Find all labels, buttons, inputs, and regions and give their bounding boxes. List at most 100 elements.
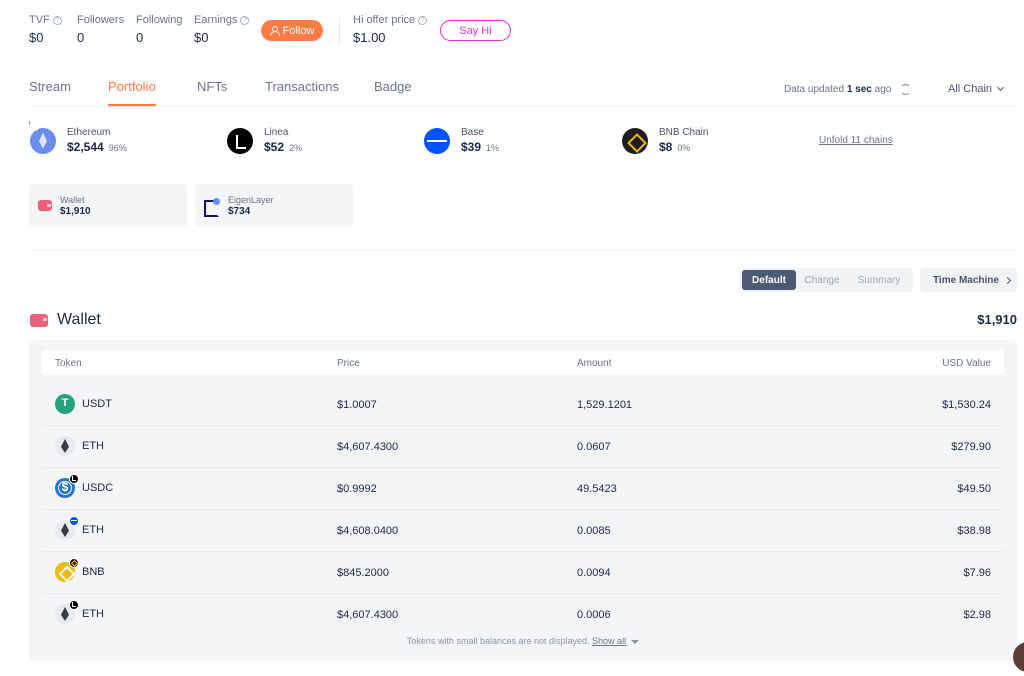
- show-all-link[interactable]: Show all: [592, 636, 626, 646]
- chain-item-base[interactable]: Base $39 1%: [424, 127, 499, 154]
- table-header: Token Price Amount USD Value: [42, 350, 1004, 375]
- token-usd-value: $38.98: [957, 525, 991, 537]
- stat-label: Hi offer price: [353, 14, 416, 26]
- column-header-price: Price: [337, 358, 360, 369]
- tab-portfolio[interactable]: Portfolio: [108, 79, 156, 106]
- token-amount: 0.0006: [577, 609, 611, 621]
- tab-transactions[interactable]: Transactions: [265, 79, 339, 104]
- tab-stream[interactable]: Stream: [29, 79, 71, 104]
- chain-name: Ethereum: [67, 127, 111, 138]
- small-balance-text: Tokens with small balances are not displ…: [406, 636, 590, 646]
- token-price: $1.0007: [337, 399, 377, 411]
- chain-percent: 1%: [486, 143, 500, 153]
- token-cell: USDC: [55, 474, 114, 498]
- caret-down-icon[interactable]: [631, 639, 640, 644]
- protocol-card-eigenlayer[interactable]: EigenLayer $734: [195, 184, 353, 227]
- chain-name: BNB Chain: [659, 127, 709, 138]
- token-amount: 0.0085: [577, 525, 611, 537]
- token-usd-value: $2.98: [963, 609, 991, 621]
- tab-badge[interactable]: Badge: [374, 79, 412, 104]
- chain-value: $52: [264, 140, 285, 154]
- help-icon[interactable]: ?: [418, 15, 428, 25]
- protocol-value: $1,910: [60, 205, 91, 217]
- token-cell: BNB: [55, 558, 105, 582]
- token-cell: ETH: [55, 516, 104, 540]
- chain-filter-dropdown[interactable]: All Chain: [948, 83, 1005, 95]
- table-row[interactable]: ETH $4,608.0400 0.0085 $38.98: [42, 511, 1004, 552]
- data-updated-suffix: ago: [874, 84, 892, 95]
- usdc-icon: [55, 474, 79, 498]
- protocol-card-wallet[interactable]: Wallet $1,910: [29, 184, 187, 227]
- chain-value: $39: [461, 140, 482, 154]
- token-usd-value: $279.90: [951, 441, 991, 453]
- view-option-summary[interactable]: Summary: [850, 270, 908, 290]
- person-icon: [269, 26, 280, 36]
- refresh-icon[interactable]: [900, 84, 911, 95]
- divider: [29, 250, 1017, 251]
- wallet-total: $1,910: [977, 312, 1017, 327]
- token-cell: USDT: [55, 394, 112, 414]
- table-row[interactable]: USDC $0.9992 49.5423 $49.50: [42, 469, 1004, 510]
- token-cell: ETH: [55, 436, 104, 456]
- chain-value: $8: [659, 140, 673, 154]
- bnb-chain-icon: [622, 127, 648, 154]
- token-symbol: USDC: [82, 482, 114, 494]
- say-hi-button[interactable]: Say Hi: [440, 20, 511, 41]
- token-cell: ETH: [55, 600, 104, 624]
- column-header-token: Token: [55, 358, 82, 369]
- table-row[interactable]: BNB $845.2000 0.0094 $7.96: [42, 553, 1004, 594]
- linea-icon: [227, 127, 253, 154]
- token-price: $845.2000: [337, 567, 389, 579]
- data-updated-age: 1 sec: [846, 84, 872, 95]
- chain-name: Linea: [264, 127, 289, 138]
- protocol-value: $734: [228, 205, 251, 217]
- token-symbol: ETH: [82, 524, 104, 536]
- linea-badge-icon: [69, 474, 79, 484]
- token-amount: 1,529.1201: [577, 399, 633, 411]
- time-machine-label: Time Machine: [933, 274, 999, 286]
- wallet-section-header: Wallet: [30, 311, 101, 329]
- stat-tvf: TVF? $0: [29, 14, 62, 45]
- view-option-change[interactable]: Change: [798, 270, 846, 290]
- chevron-right-icon: [1003, 276, 1011, 284]
- follow-button[interactable]: Follow: [261, 20, 323, 41]
- base-badge-icon: [69, 516, 79, 526]
- stat-label: Followers: [77, 14, 125, 26]
- table-row[interactable]: ETH $4,607.4300 0.0607 $279.90: [42, 427, 1004, 468]
- chain-item-bnb[interactable]: BNB Chain $8 0%: [622, 127, 708, 154]
- column-header-amount: Amount: [577, 358, 612, 369]
- table-row[interactable]: USDT $1.0007 1,529.1201 $1,530.24: [42, 385, 1004, 426]
- stat-value: 0: [77, 30, 85, 45]
- stat-value: $0: [194, 30, 209, 45]
- chain-filter-value: All Chain: [948, 83, 993, 95]
- follow-label: Follow: [282, 24, 315, 37]
- token-amount: 0.0094: [577, 567, 611, 579]
- tab-nfts[interactable]: NFTs: [197, 79, 227, 104]
- help-icon[interactable]: ?: [52, 15, 62, 25]
- token-usd-value: $49.50: [957, 483, 991, 495]
- token-usd-value: $7.96: [963, 567, 991, 579]
- unfold-chains-link[interactable]: Unfold 11 chains: [819, 135, 893, 146]
- stat-value: $1.00: [353, 30, 386, 45]
- stat-following[interactable]: Following 0: [136, 14, 182, 45]
- help-icon[interactable]: ?: [240, 15, 250, 25]
- ethereum-icon: [30, 127, 56, 154]
- token-usd-value: $1,530.24: [942, 399, 991, 411]
- chain-name: Base: [461, 127, 484, 138]
- chain-item-ethereum[interactable]: Ethereum $2,544 96%: [30, 127, 127, 154]
- divider: [339, 17, 340, 45]
- bnb-icon: [55, 558, 79, 582]
- stat-label: Following: [136, 14, 183, 26]
- token-price: $0.9992: [337, 483, 377, 495]
- view-option-default[interactable]: Default: [742, 270, 796, 290]
- table-row[interactable]: ETH $4,607.4300 0.0006 $2.98: [42, 595, 1004, 636]
- chain-percent: 96%: [108, 143, 127, 153]
- wallet-icon: [30, 313, 48, 327]
- token-symbol: ETH: [82, 608, 104, 620]
- time-machine-button[interactable]: Time Machine: [920, 268, 1017, 292]
- usdt-icon: [55, 394, 75, 414]
- chain-percent: 2%: [289, 143, 303, 153]
- chevron-down-icon: [996, 83, 1005, 92]
- stat-followers[interactable]: Followers 0: [77, 14, 124, 45]
- chain-item-linea[interactable]: Linea $52 2%: [227, 127, 302, 154]
